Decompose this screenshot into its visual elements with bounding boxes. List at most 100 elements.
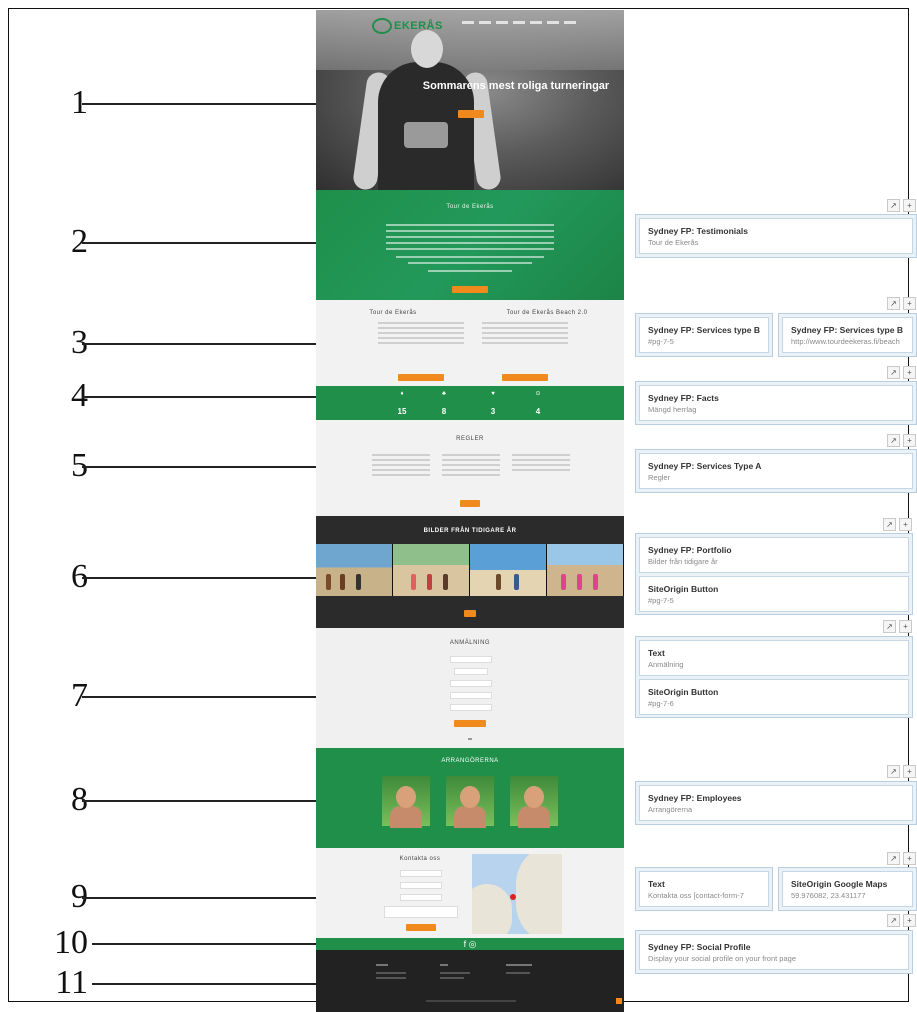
text-line (378, 332, 464, 334)
portfolio-button[interactable] (464, 610, 476, 617)
leader-line (82, 577, 316, 579)
widget-button[interactable]: SiteOrigin Button #pg-7-5 (639, 576, 909, 612)
widget-portfolio[interactable]: Sydney FP: Portfolio Bilder från tidigar… (639, 537, 909, 573)
widget-button[interactable]: SiteOrigin Button #pg-7-6 (639, 679, 909, 715)
facts-section: ♦ 15 ♣ 8 ♥ 3 ⊙ 4 (316, 386, 624, 420)
text-line (442, 469, 500, 471)
form-select[interactable] (454, 668, 488, 675)
widget-services-b[interactable]: Sydney FP: Services type B http://www.to… (782, 317, 913, 353)
photo-figure (514, 574, 519, 590)
text-line (386, 236, 554, 238)
widget-services-b[interactable]: Sydney FP: Services type B #pg-7-5 (639, 317, 769, 353)
form-field[interactable] (450, 692, 492, 699)
nav-item[interactable] (496, 21, 508, 24)
fact-value: 8 (441, 407, 447, 416)
footer-text (376, 977, 406, 979)
nav-item[interactable] (547, 21, 559, 24)
nav-item[interactable] (564, 21, 576, 24)
nav-item[interactable] (462, 21, 474, 24)
social-icons[interactable]: f ◎ (316, 938, 624, 950)
site-logo[interactable]: EKERÅS (372, 18, 443, 34)
form-field[interactable] (450, 656, 492, 663)
row-tools: ↗ + (887, 852, 916, 865)
leader-line (92, 943, 316, 945)
submit-button[interactable] (454, 720, 486, 727)
section-title: Kontakta oss (399, 856, 441, 862)
widget-text[interactable]: Text Kontakta oss [contact-form-7 (639, 871, 769, 907)
form-textarea[interactable] (384, 906, 458, 918)
section-title: REGLER (456, 436, 484, 442)
text-line (428, 270, 512, 272)
edit-row-icon[interactable]: ↗ (887, 434, 900, 447)
form-field[interactable] (450, 704, 492, 711)
widget-text[interactable]: Text Anmälning (639, 640, 909, 676)
employee-photo (510, 776, 558, 828)
move-row-icon[interactable]: + (903, 199, 916, 212)
widget-employees[interactable]: Sydney FP: Employees Arrangörerna (639, 785, 913, 821)
move-row-icon[interactable]: + (903, 297, 916, 310)
scroll-top-button[interactable] (616, 998, 622, 1004)
form-field[interactable] (400, 882, 442, 889)
section-title: ARRANGÖRERNA (441, 758, 499, 764)
edit-row-icon[interactable]: ↗ (887, 366, 900, 379)
rules-button[interactable] (460, 500, 480, 507)
hero-cta-button[interactable] (458, 110, 484, 118)
move-row-icon[interactable]: + (903, 914, 916, 927)
move-row-icon[interactable]: + (903, 852, 916, 865)
map-land (516, 854, 562, 934)
photo-figure (411, 574, 416, 590)
widget-cell: Sydney FP: Social Profile Display your s… (635, 930, 913, 974)
service-button[interactable] (398, 374, 444, 381)
edit-row-icon[interactable]: ↗ (887, 199, 900, 212)
text-line (372, 469, 430, 471)
rules-section: REGLER (316, 420, 624, 516)
google-map[interactable] (472, 854, 562, 934)
widget-social-profile[interactable]: Sydney FP: Social Profile Display your s… (639, 934, 909, 970)
nav-item[interactable] (479, 21, 491, 24)
testimonials-button[interactable] (452, 286, 488, 293)
send-button[interactable] (406, 924, 436, 931)
hero-background (316, 10, 624, 70)
fact-item: ♣ 8 (419, 390, 469, 416)
footer-text (376, 964, 388, 966)
text-line (482, 342, 568, 344)
text-line (512, 454, 570, 456)
move-row-icon[interactable]: + (903, 765, 916, 778)
text-line (396, 256, 544, 258)
form-field[interactable] (400, 870, 442, 877)
portfolio-photo[interactable] (470, 544, 547, 596)
move-row-icon[interactable]: + (899, 620, 912, 633)
form-field[interactable] (400, 894, 442, 901)
leader-line (82, 242, 316, 244)
widget-title: Sydney FP: Services type B (648, 325, 760, 335)
widget-google-maps[interactable]: SiteOrigin Google Maps 59.976082, 23.431… (782, 871, 913, 907)
nav-item[interactable] (513, 21, 525, 24)
edit-row-icon[interactable]: ↗ (887, 852, 900, 865)
widget-title: Text (648, 648, 665, 658)
move-row-icon[interactable]: + (903, 366, 916, 379)
form-field[interactable] (450, 680, 492, 687)
portfolio-photo[interactable] (316, 544, 393, 596)
widget-testimonials[interactable]: Sydney FP: Testimonials Tour de Ekerås (639, 218, 913, 254)
portfolio-photo[interactable] (547, 544, 624, 596)
edit-row-icon[interactable]: ↗ (887, 765, 900, 778)
nav-item[interactable] (530, 21, 542, 24)
widget-services-a[interactable]: Sydney FP: Services Type A Regler (639, 453, 913, 489)
text-line (378, 322, 464, 324)
service-title: Tour de Ekerås (369, 310, 417, 316)
edit-row-icon[interactable]: ↗ (887, 297, 900, 310)
edit-row-icon[interactable]: ↗ (887, 914, 900, 927)
employee-torso (454, 806, 486, 828)
widget-facts[interactable]: Sydney FP: Facts Mängd herrlag (639, 385, 913, 421)
fact-value: 4 (535, 407, 541, 416)
portfolio-photo[interactable] (393, 544, 470, 596)
widget-title: Sydney FP: Services type B (791, 325, 903, 335)
edit-row-icon[interactable]: ↗ (883, 518, 896, 531)
social-section: f ◎ (316, 938, 624, 950)
move-row-icon[interactable]: + (899, 518, 912, 531)
service-button[interactable] (502, 374, 548, 381)
edit-row-icon[interactable]: ↗ (883, 620, 896, 633)
fact-item: ♥ 3 (468, 390, 518, 416)
move-row-icon[interactable]: + (903, 434, 916, 447)
photo-figure (577, 574, 582, 590)
